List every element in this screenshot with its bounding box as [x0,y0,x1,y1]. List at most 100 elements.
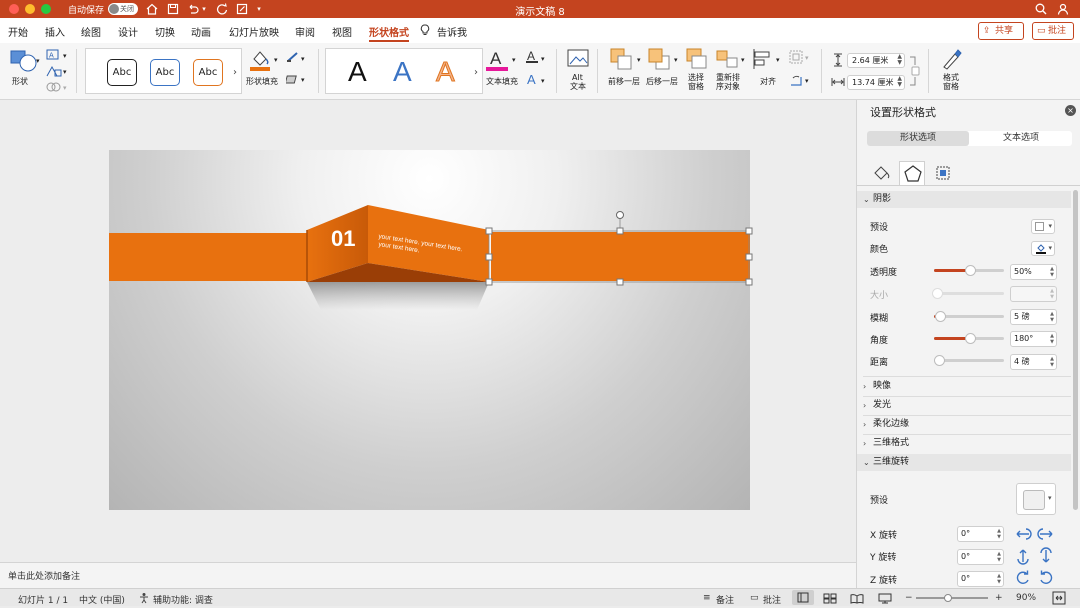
reorder-objects-icon[interactable] [716,48,740,73]
bring-forward-dropdown-icon[interactable]: ▾ [637,56,641,65]
comments-icon[interactable]: ▭ [750,593,759,603]
stepper-icon[interactable]: ▲ ▼ [1050,333,1054,345]
shadow-angle-slider[interactable] [934,333,1004,344]
tab-tell-me[interactable]: 告诉我 [437,24,467,39]
section-reflection-header[interactable]: › 映像 [857,378,1071,395]
shadow-preset-dropdown[interactable]: ▾ [1031,219,1055,234]
shadow-distance-knob[interactable] [934,355,945,366]
slide-number-badge[interactable]: 01 [331,226,355,252]
slide-canvas[interactable]: 01 your text here. your text here. your … [0,100,856,562]
rotation-handle[interactable] [616,211,624,219]
language-indicator[interactable]: 中文 (中国) [79,593,125,606]
shadow-blur-input[interactable]: 5 磅 ▲ ▼ [1010,309,1057,325]
shape-outline-dropdown-icon[interactable]: ▾ [301,55,305,64]
text-fill-dropdown-icon[interactable]: ▾ [512,56,516,65]
group-dropdown-icon[interactable]: ▾ [805,54,809,63]
shape-options-tab[interactable]: 形状选项 [867,131,969,146]
tab-review[interactable]: 审阅 [295,24,315,39]
tab-home[interactable]: 开始 [8,24,28,39]
alt-text-icon[interactable] [567,49,589,72]
text-outline-icon[interactable]: A [525,49,539,66]
wordart-style-1[interactable]: A [348,55,367,89]
text-outline-dropdown-icon[interactable]: ▾ [541,55,545,64]
x-rotate-right-icon[interactable] [1037,525,1055,546]
wordart-style-2[interactable]: A [393,55,412,89]
resize-handle[interactable] [745,253,753,261]
shape-fill-dropdown-icon[interactable]: ▾ [274,56,278,65]
shadow-blur-knob[interactable] [935,311,946,322]
text-options-tab[interactable]: 文本选项 [970,131,1072,146]
tab-transitions[interactable]: 切换 [155,24,175,39]
tab-slideshow[interactable]: 幻灯片放映 [229,24,279,39]
zoom-level[interactable]: 90% [1016,593,1036,603]
resize-handle[interactable] [616,227,624,235]
zoom-slider[interactable] [916,597,988,599]
stepper-icon[interactable]: ▲ ▼ [997,528,1001,540]
edit-shape-icon[interactable]: A [46,49,62,64]
rotation-preset-dropdown[interactable]: ▾ [1016,483,1056,515]
text-effects-icon[interactable]: A [525,72,539,89]
notes-icon[interactable]: ≡ [703,593,711,603]
shadow-color-dropdown[interactable]: ▾ [1031,241,1055,256]
stepper-icon[interactable]: ▲ ▼ [1050,356,1054,368]
notes-toggle[interactable]: 备注 [716,593,734,606]
fill-line-icon[interactable] [868,161,894,185]
align-icon[interactable] [752,48,774,73]
shape-style-3[interactable]: Abc [193,59,223,86]
shape-effects-icon[interactable] [284,73,300,88]
share-button[interactable]: ⇪ 共享 [978,22,1024,40]
shadow-angle-input[interactable]: 180° ▲ ▼ [1010,331,1057,347]
tab-draw[interactable]: 绘图 [81,24,101,39]
normal-view-icon[interactable] [792,590,814,605]
y-rotate-up-icon[interactable] [1014,547,1032,568]
shape-style-2[interactable]: Abc [150,59,180,86]
resize-handle[interactable] [616,278,624,286]
lock-aspect-ratio-icon[interactable] [909,55,921,90]
tab-insert[interactable]: 插入 [45,24,65,39]
comments-toggle[interactable]: 批注 [763,593,781,606]
shapes-dropdown-icon[interactable]: ▾ [36,57,40,66]
rotate-icon[interactable] [789,74,803,91]
wordart-more-icon[interactable]: › [474,67,478,78]
stepper-icon[interactable]: ▲ ▼ [997,551,1001,563]
bring-forward-icon[interactable] [610,48,634,73]
section-3d-rotation-header[interactable]: ⌄ 三维旋转 [857,454,1071,471]
shadow-transparency-input[interactable]: 50% ▲ ▼ [1010,264,1057,280]
resize-handle[interactable] [485,253,493,261]
shape-height-input[interactable]: 2.64 厘米 ▲ ▼ [847,53,905,68]
z-rotate-left-icon[interactable] [1014,569,1032,588]
pane-close-icon[interactable]: × [1065,105,1076,116]
send-backward-dropdown-icon[interactable]: ▾ [674,56,678,65]
resize-handle[interactable] [745,278,753,286]
fit-to-window-icon[interactable] [1052,591,1066,608]
stepper-icon[interactable]: ▲ ▼ [1050,266,1054,278]
pane-scrollbar[interactable] [1073,190,1078,510]
stepper-icon[interactable]: ▲ ▼ [1050,311,1054,323]
selection-pane-icon[interactable] [686,48,708,73]
tab-view[interactable]: 视图 [332,24,352,39]
merge-shapes-dropdown-icon[interactable]: ▾ [63,84,67,93]
account-icon[interactable] [1056,2,1070,16]
ribbon-right-segment[interactable] [491,232,750,281]
notes-bar[interactable]: 单击此处添加备注 [0,562,856,588]
y-rotation-input[interactable]: 0° ▲ ▼ [957,549,1004,565]
shapes-icon[interactable] [10,49,38,76]
shape-width-stepper-icon[interactable]: ▲ ▼ [897,76,902,88]
merge-shapes-icon[interactable] [46,81,62,96]
section-3d-format-header[interactable]: › 三维格式 [857,435,1071,452]
section-shadow-header[interactable]: ⌄ 阴影 [857,191,1071,208]
text-box-icon[interactable] [46,65,62,80]
shape-height-stepper-icon[interactable]: ▲ ▼ [897,54,902,66]
ribbon-left-segment[interactable] [109,233,307,281]
section-soft-edges-header[interactable]: › 柔化边缘 [857,416,1071,433]
shadow-angle-knob[interactable] [965,333,976,344]
search-icon[interactable] [1034,2,1048,16]
section-glow-header[interactable]: › 发光 [857,397,1071,414]
slide[interactable]: 01 your text here. your text here. your … [109,150,753,510]
shape-width-input[interactable]: 13.74 厘米 ▲ ▼ [847,75,905,90]
zoom-in-icon[interactable]: + [995,593,1003,603]
resize-handle[interactable] [745,227,753,235]
z-rotate-right-icon[interactable] [1037,569,1055,588]
gallery-more-icon[interactable]: › [233,67,237,78]
shadow-distance-slider[interactable] [934,355,1004,366]
